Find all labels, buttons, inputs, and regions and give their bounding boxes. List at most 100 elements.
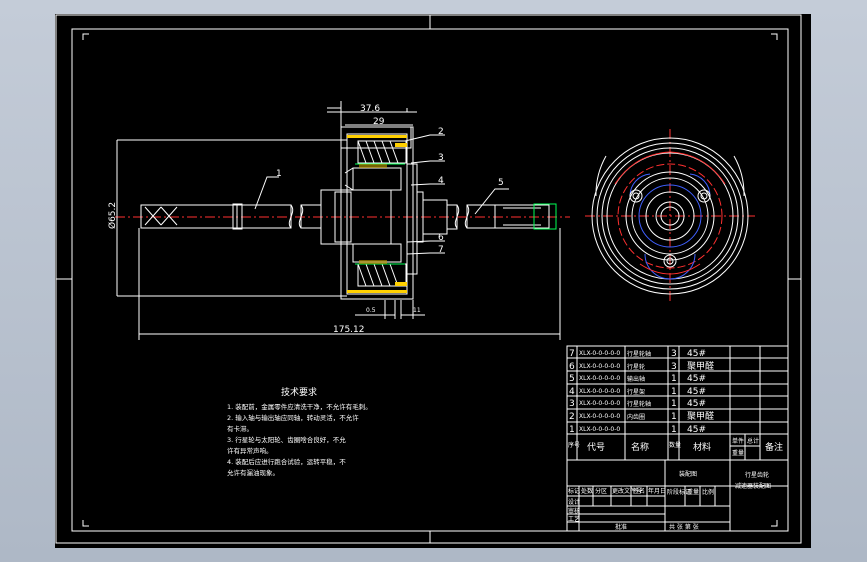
label-check: 审核 <box>568 507 580 515</box>
bom-table[interactable]: 7 XLX-0-0-0-0-0 行星轮轴 3 45# 6 XLX-0-0-0-0… <box>566 345 789 461</box>
bom-header-qty: 数量 <box>669 441 681 449</box>
label-count: 处数 <box>581 487 593 495</box>
bom-code: XLX-0-0-0-0-0 <box>579 350 620 357</box>
bom-mat: 45# <box>687 374 706 384</box>
bom-mat: 聚甲醛 <box>687 410 714 422</box>
label-weight: 重量 <box>687 488 699 496</box>
seal-lines <box>355 163 405 265</box>
tech-note-line-5: 许有异常声响。 <box>227 446 273 455</box>
tech-note-line-2: 2. 输入轴与输出轴应同轴，转动灵活，不允许 <box>227 413 359 422</box>
bom-no: 4 <box>569 387 575 397</box>
tech-note-line-1: 1. 装配前，金属零件应清洗干净，不允许有毛刺。 <box>227 402 372 411</box>
dimension-lines <box>116 111 561 340</box>
bom-header-remark: 备注 <box>765 441 783 453</box>
tech-note-line-6: 4. 装配后应进行跑合试验，运转平稳，不 <box>227 457 346 466</box>
balloon-5[interactable]: 5 <box>498 178 504 188</box>
label-sign: 签名 <box>633 487 645 495</box>
tech-note-line-7: 允许有漏油现象。 <box>227 468 279 477</box>
bom-header-weight: 重量 <box>732 449 744 457</box>
bom-qty: 1 <box>671 412 677 422</box>
dim-11: 11 <box>413 307 421 314</box>
bom-name: 行星轮轴 <box>627 350 651 358</box>
bom-header-code: 代号 <box>587 442 605 453</box>
bom-qty: 3 <box>671 362 677 372</box>
bom-name: 行星架 <box>627 388 645 396</box>
bom-qty: 1 <box>671 425 677 435</box>
bom-mat: 45# <box>687 425 706 435</box>
bom-name: 行星轮轴 <box>627 400 651 408</box>
bom-no: 6 <box>569 362 575 372</box>
bom-code: XLX-0-0-0-0-0 <box>579 375 620 382</box>
bom-mat: 45# <box>687 349 706 359</box>
label-sheets: 共 张 第 张 <box>669 523 699 531</box>
bom-header-name: 名称 <box>631 441 649 453</box>
bom-code: XLX-0-0-0-0-0 <box>579 363 620 370</box>
gear-highlights <box>347 135 407 293</box>
dim-diameter: Ø65.2 <box>107 202 118 229</box>
dim-0-5: 0.5 <box>366 307 376 314</box>
balloon-6[interactable]: 6 <box>438 233 444 243</box>
dim-37-6: 37.6 <box>360 104 380 114</box>
technical-requirements: 技术要求 1. 装配前，金属零件应清洗干净，不允许有毛刺。 2. 输入轴与输出轴… <box>227 386 372 477</box>
cad-viewport[interactable]: 37.6 29 Ø65.2 0.5 11 175.12 1 2 3 4 5 6 … <box>55 14 811 548</box>
drawing-name: 装配图 <box>679 470 697 478</box>
bom-code: XLX-0-0-0-0-0 <box>579 388 620 395</box>
bom-no: 7 <box>569 349 575 359</box>
bom-name: 输出轴 <box>627 375 645 383</box>
hatch-section <box>359 164 387 264</box>
bom-qty: 1 <box>671 374 677 384</box>
shaft-assembly[interactable]: 37.6 29 Ø65.2 0.5 11 175.12 1 2 3 4 5 6 … <box>107 101 570 340</box>
label-approve: 批准 <box>615 523 627 531</box>
leader-lines <box>254 134 509 255</box>
bom-no: 1 <box>569 425 575 435</box>
bom-name: 行星轮 <box>627 363 645 371</box>
bom-no: 5 <box>569 374 575 384</box>
tech-notes-title: 技术要求 <box>281 386 317 398</box>
drawing-canvas[interactable]: 37.6 29 Ø65.2 0.5 11 175.12 1 2 3 4 5 6 … <box>55 14 811 548</box>
tech-note-line-4: 3. 行星轮与太阳轮、齿圈啥合良好，不允 <box>227 435 346 444</box>
bom-no: 2 <box>569 412 575 422</box>
bom-code: XLX-0-0-0-0-0 <box>579 400 620 407</box>
bom-mat: 45# <box>687 399 706 409</box>
dim-overall: 175.12 <box>333 325 365 335</box>
bom-row[interactable]: 2 XLX-0-0-0-0-0 内齿圈 1 聚甲醛 <box>569 410 714 422</box>
bom-no: 3 <box>569 399 575 409</box>
dim-29: 29 <box>373 117 385 127</box>
bom-qty: 1 <box>671 387 677 397</box>
balloon-7[interactable]: 7 <box>438 245 444 255</box>
title-block[interactable]: 装配图 行星齿轮 减速器装配图 标记 处数 分区 更改文件号 签名 年月日 设计… <box>566 459 789 532</box>
bom-qty: 1 <box>671 399 677 409</box>
centering-marks <box>56 15 801 543</box>
gear-housing <box>320 101 470 300</box>
label-zone: 分区 <box>595 487 607 495</box>
bom-header-single: 单件 <box>732 437 744 445</box>
balloon-1[interactable]: 1 <box>276 169 282 179</box>
bom-name: 内齿圈 <box>627 413 645 421</box>
bom-header-no: 序号 <box>568 441 580 449</box>
work-title: 行星齿轮 <box>745 471 769 479</box>
label-mark: 标记 <box>568 487 580 495</box>
bom-header: 序号 代号 名称 数量 材料 单件 总计 重量 备注 <box>568 437 783 457</box>
bom-qty: 3 <box>671 349 677 359</box>
bom-mat: 聚甲醛 <box>687 360 714 372</box>
bom-code: XLX-0-0-0-0-0 <box>579 426 620 433</box>
bom-header-total: 总计 <box>747 437 759 445</box>
work-title-2: 减速器装配图 <box>735 482 771 490</box>
bom-row[interactable]: 3 XLX-0-0-0-0-0 行星轮轴 1 45# <box>569 399 706 409</box>
label-process: 工艺 <box>568 515 580 523</box>
balloon-4[interactable]: 4 <box>438 176 444 186</box>
bom-code: XLX-0-0-0-0-0 <box>579 413 620 420</box>
tech-note-line-3: 有卡滞。 <box>227 424 253 433</box>
label-design: 设计 <box>568 498 580 506</box>
label-date: 年月日 <box>648 487 666 495</box>
balloon-3[interactable]: 3 <box>438 153 444 163</box>
inner-border <box>71 28 789 532</box>
label-scale: 比例 <box>702 488 714 496</box>
side-view[interactable] <box>585 129 755 304</box>
balloon-2[interactable]: 2 <box>438 127 444 137</box>
bom-header-material: 材料 <box>693 441 711 453</box>
outer-border <box>55 14 802 544</box>
bom-row[interactable]: 5 XLX-0-0-0-0-0 输出轴 1 45# <box>569 374 706 384</box>
bom-mat: 45# <box>687 387 706 397</box>
bom-row[interactable]: 6 XLX-0-0-0-0-0 行星轮 3 聚甲醛 <box>569 360 714 372</box>
